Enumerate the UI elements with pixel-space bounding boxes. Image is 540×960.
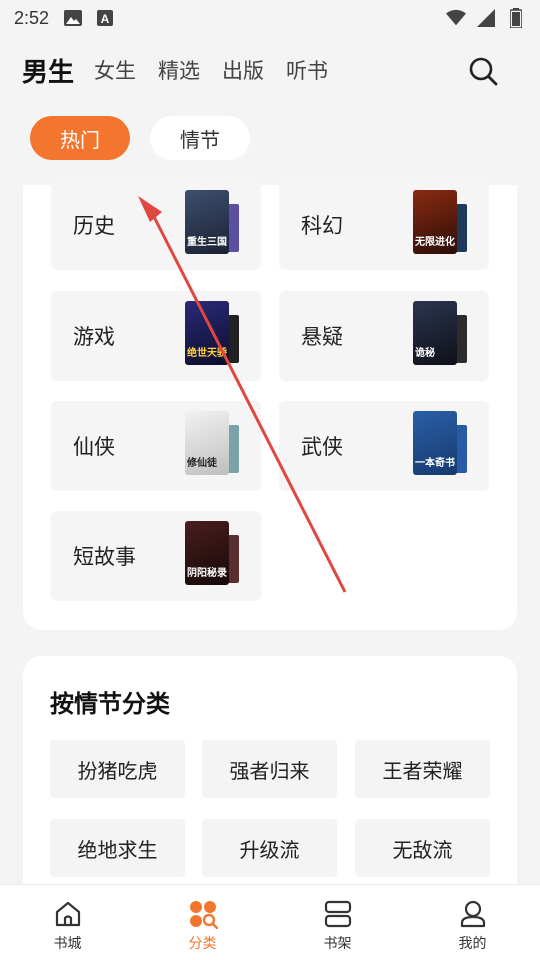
nav-bookstore[interactable]: 书城 <box>0 885 135 960</box>
category-tile-wuxia[interactable]: 武侠 一本奇书 <box>279 401 489 491</box>
signal-icon <box>476 8 496 28</box>
category-label: 游戏 <box>73 325 115 349</box>
category-tile-game[interactable]: 游戏 绝世天骄 <box>51 291 261 381</box>
filter-chips: 热门 情节 <box>30 116 250 160</box>
category-label: 仙侠 <box>73 435 115 459</box>
book-cover: 修仙徒 <box>185 411 239 475</box>
plot-chip[interactable]: 王者荣耀 <box>355 740 490 798</box>
category-label: 短故事 <box>73 545 136 569</box>
nav-label: 书城 <box>53 936 82 952</box>
book-cover: 诡秘 <box>413 301 467 365</box>
tab-male[interactable]: 男生 <box>22 52 74 89</box>
category-label: 悬疑 <box>301 325 343 349</box>
category-label: 历史 <box>73 214 115 238</box>
category-tile-mystery[interactable]: 悬疑 诡秘 <box>279 291 489 381</box>
book-cover: 绝世天骄 <box>185 301 239 365</box>
book-cover: 重生三国 <box>185 190 239 254</box>
home-icon <box>53 899 83 929</box>
plot-chip[interactable]: 无敌流 <box>355 819 490 877</box>
wifi-icon <box>446 8 466 28</box>
section-title: 按情节分类 <box>50 690 170 718</box>
category-tile-xianxia[interactable]: 仙侠 修仙徒 <box>51 401 261 491</box>
top-tab-bar: 男生 女生 精选 出版 听书 <box>0 44 540 96</box>
chip-popular[interactable]: 热门 <box>30 116 130 160</box>
chip-plot[interactable]: 情节 <box>150 116 250 160</box>
image-icon <box>63 8 83 28</box>
category-tile-short-story[interactable]: 短故事 阴阳秘录 <box>51 511 261 601</box>
nav-label: 书架 <box>323 936 352 952</box>
bookshelf-icon <box>323 899 353 929</box>
plot-chip[interactable]: 强者归来 <box>202 740 337 798</box>
tab-audiobook[interactable]: 听书 <box>286 55 328 85</box>
battery-icon <box>506 8 526 28</box>
bottom-nav: 书城 分类 书架 我的 <box>0 884 540 960</box>
tab-published[interactable]: 出版 <box>222 55 264 85</box>
profile-icon <box>458 899 488 929</box>
category-tile-history[interactable]: 历史 重生三国 <box>51 180 261 270</box>
book-cover: 无限进化 <box>413 190 467 254</box>
plot-chip[interactable]: 扮猪吃虎 <box>50 740 185 798</box>
svg-text:A: A <box>101 12 110 26</box>
category-card: 历史 重生三国 科幻 无限进化 游戏 绝世天骄 悬疑 诡秘 仙侠 修仙徒 武侠 … <box>23 180 517 630</box>
nav-bookshelf[interactable]: 书架 <box>270 885 405 960</box>
nav-label: 我的 <box>458 936 487 952</box>
a-letter-icon: A <box>95 8 115 28</box>
nav-category[interactable]: 分类 <box>135 885 270 960</box>
plot-chip[interactable]: 升级流 <box>202 819 337 877</box>
search-icon[interactable] <box>468 56 498 86</box>
tab-female[interactable]: 女生 <box>94 55 136 85</box>
category-label: 科幻 <box>301 214 343 238</box>
nav-profile[interactable]: 我的 <box>405 885 540 960</box>
tab-featured[interactable]: 精选 <box>158 55 200 85</box>
status-bar: 2:52 A <box>0 0 540 36</box>
nav-label: 分类 <box>188 936 217 952</box>
book-cover: 阴阳秘录 <box>185 521 239 585</box>
plot-chip[interactable]: 绝地求生 <box>50 819 185 877</box>
status-time: 2:52 <box>14 7 50 28</box>
book-cover: 一本奇书 <box>413 411 467 475</box>
category-label: 武侠 <box>301 435 343 459</box>
category-icon <box>188 899 218 930</box>
category-tile-scifi[interactable]: 科幻 无限进化 <box>279 180 489 270</box>
